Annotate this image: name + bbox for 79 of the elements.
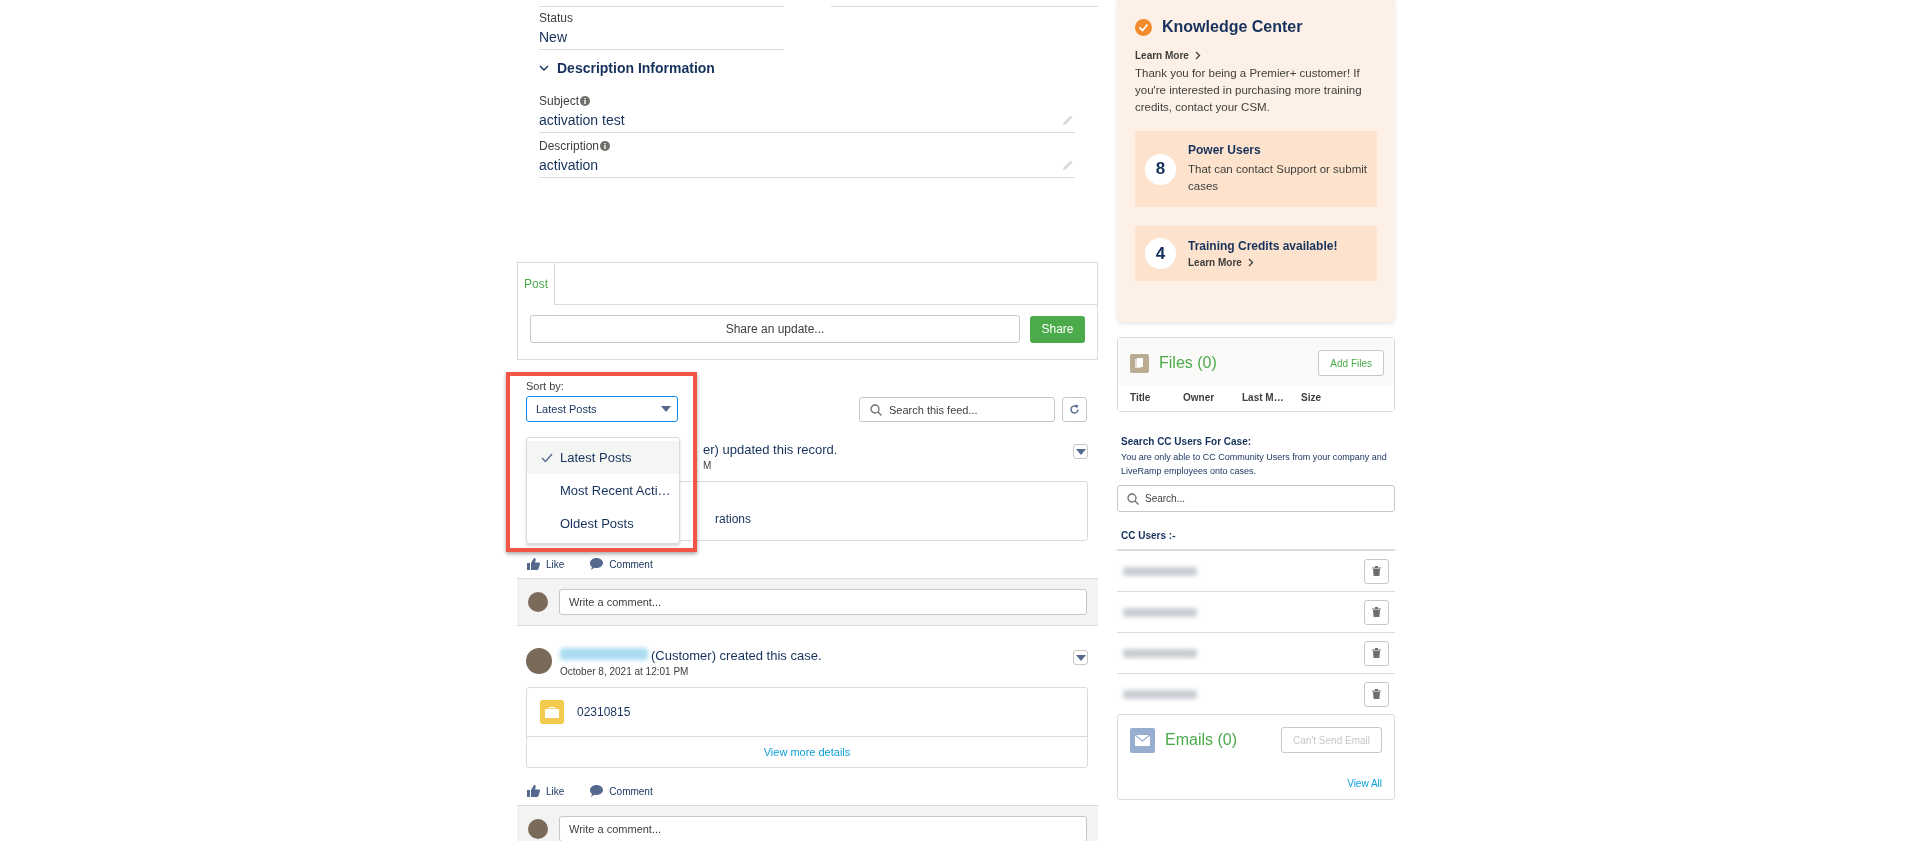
speech-bubble-icon xyxy=(590,558,604,570)
sort-option[interactable]: Oldest Posts xyxy=(527,507,679,540)
stat-title: Training Credits available! xyxy=(1188,239,1338,253)
attachment-text: rations xyxy=(715,512,752,526)
files-title: Files (0) xyxy=(1159,354,1217,372)
delete-button[interactable] xyxy=(1364,599,1389,625)
checkmark-icon xyxy=(541,452,553,463)
thumbs-up-icon xyxy=(527,785,540,797)
cc-users-title: CC Users :- xyxy=(1117,530,1395,551)
caret-icon xyxy=(1075,448,1086,455)
emails-title: Emails (0) xyxy=(1165,731,1237,749)
like-button[interactable]: Like xyxy=(527,785,565,797)
chevron-right-icon xyxy=(1247,258,1254,267)
envelope-icon xyxy=(1130,727,1155,753)
thank-you-message: Thank you for being a Premier+ customer! If you're interested in purchasing more training credits, contact your CSM. xyxy=(1135,66,1363,115)
post-time: M xyxy=(703,460,713,471)
info-icon xyxy=(600,141,611,151)
caret-icon xyxy=(661,406,671,412)
stat-description: That can contact Support or submit cases xyxy=(1188,162,1367,194)
sort-dropdown[interactable]: Latest Posts xyxy=(526,396,678,422)
cc-note: You are only able to CC Community Users from your company and LiveRamp employees onto cases. xyxy=(1120,451,1388,478)
field-label: Status xyxy=(539,11,574,25)
sort-label: Sort by: xyxy=(526,380,564,392)
comment-field[interactable]: Write a comment... xyxy=(559,589,1087,615)
field-value: activation test xyxy=(539,112,625,128)
delete-button[interactable] xyxy=(1364,640,1389,666)
comment-button[interactable]: Comment xyxy=(590,785,653,797)
delete-button[interactable] xyxy=(1364,681,1389,707)
stat-number: 4 xyxy=(1145,238,1176,269)
comment-button[interactable]: Comment xyxy=(590,558,653,570)
stat-title: Power Users xyxy=(1188,143,1262,157)
column-header[interactable]: Last M… xyxy=(1242,392,1301,403)
like-button[interactable]: Like xyxy=(527,558,565,570)
stat-number: 8 xyxy=(1145,153,1176,185)
post-time: October 8, 2021 at 12:01 PM xyxy=(560,666,690,677)
refresh-icon xyxy=(1069,404,1080,415)
sort-option[interactable]: Latest Posts xyxy=(527,441,679,474)
cc-search-field[interactable]: Search... xyxy=(1117,485,1395,512)
post-menu-button[interactable] xyxy=(1073,444,1088,459)
check-circle-icon xyxy=(1135,18,1152,36)
share-update-field[interactable]: Share an update... xyxy=(530,315,1020,343)
column-header[interactable]: Size xyxy=(1301,392,1331,403)
field-label: Description xyxy=(539,139,600,153)
search-feed-field[interactable]: Search this feed... xyxy=(859,397,1055,422)
caret-icon xyxy=(1075,654,1086,661)
avatar[interactable] xyxy=(526,648,552,674)
info-icon xyxy=(580,96,591,106)
delete-button[interactable] xyxy=(1364,558,1389,584)
trash-icon xyxy=(1372,566,1381,576)
trash-icon xyxy=(1372,648,1381,658)
cc-search-title: Search CC Users For Case: xyxy=(1120,436,1253,447)
chevron-down-icon[interactable] xyxy=(539,65,549,71)
field-label: Subject xyxy=(539,94,580,108)
column-header[interactable]: Owner xyxy=(1183,392,1242,403)
chevron-right-icon xyxy=(1194,51,1201,60)
avatar xyxy=(528,592,548,612)
speech-bubble-icon xyxy=(590,785,604,797)
thumbs-up-icon xyxy=(527,558,540,570)
knowledge-title: Knowledge Center xyxy=(1162,18,1303,36)
avatar xyxy=(528,819,548,839)
post-menu-button[interactable] xyxy=(1073,650,1088,665)
post-header: er) updated this record. xyxy=(703,442,838,457)
field-value: New xyxy=(539,29,567,45)
refresh-button[interactable] xyxy=(1062,397,1087,422)
search-icon xyxy=(870,403,882,416)
learn-more-link[interactable]: Learn More xyxy=(1188,257,1254,268)
learn-more-link[interactable]: Learn More xyxy=(1135,50,1201,61)
briefcase-icon xyxy=(540,700,564,724)
trash-icon xyxy=(1372,689,1381,699)
file-icon xyxy=(1130,353,1149,373)
field-value: activation xyxy=(539,157,599,173)
column-header[interactable]: Title xyxy=(1130,392,1183,403)
post-header: (Customer) created this case. xyxy=(651,648,822,663)
trash-icon xyxy=(1372,607,1381,617)
search-icon xyxy=(1127,492,1139,505)
sort-option[interactable]: Most Recent Acti… xyxy=(527,474,679,507)
comment-field[interactable]: Write a comment... xyxy=(559,816,1087,841)
case-number[interactable]: 02310815 xyxy=(577,705,631,719)
section-title: Description Information xyxy=(557,60,715,76)
